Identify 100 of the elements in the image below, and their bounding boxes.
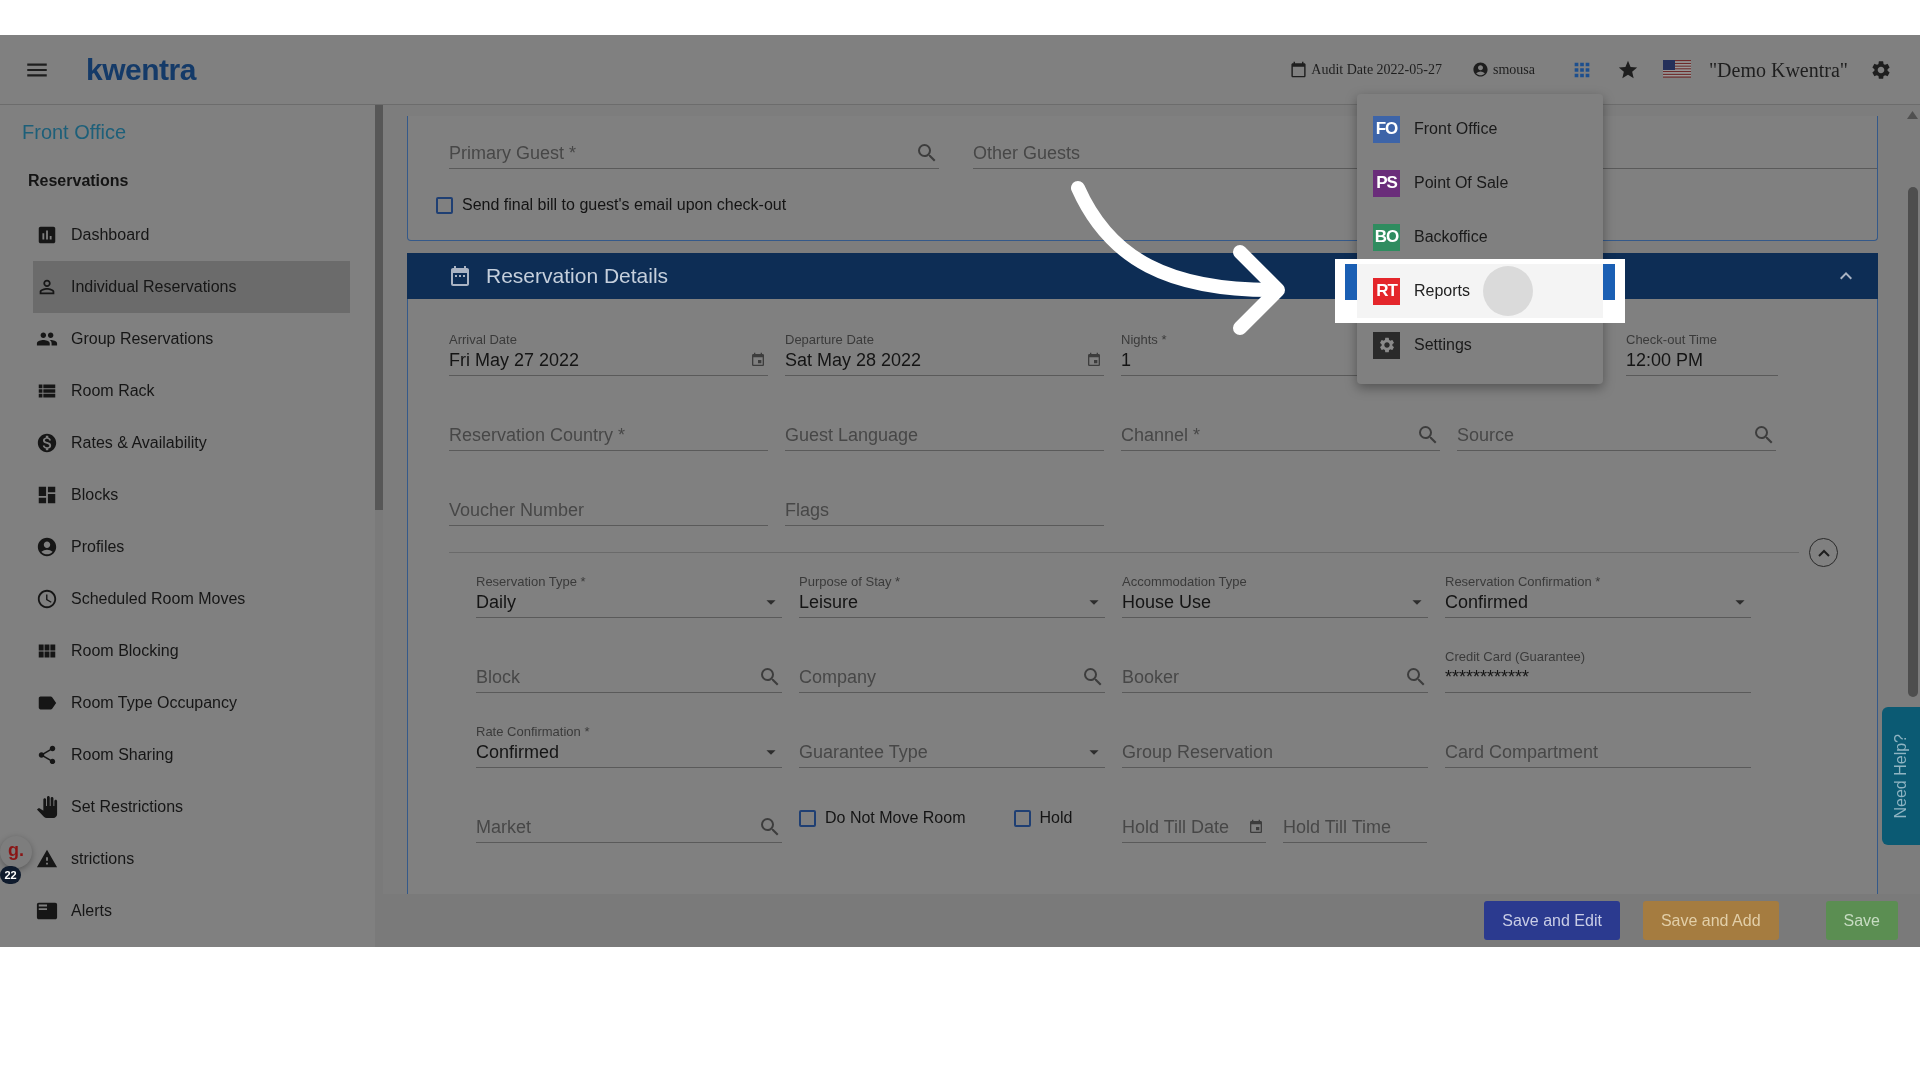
gear-icon [1373, 331, 1400, 359]
field-label: Rate Confirmation * [476, 724, 590, 739]
field-value: Leisure [799, 590, 859, 614]
action-button[interactable]: Save and Edit [1484, 901, 1620, 940]
time-field[interactable]: Check-out Time 12:00 PM [1626, 327, 1778, 376]
hotel-name[interactable]: "Demo Kwentra" [1708, 54, 1848, 85]
audit-date: Audit Date 2022-05-27 [1311, 61, 1442, 79]
sidebar-item[interactable]: strictions [33, 833, 350, 885]
text-field[interactable]: Credit Card (Guarantee) ************ [1445, 644, 1751, 693]
placeholder-text: Company [799, 665, 877, 689]
click-ripple [1483, 266, 1533, 316]
text-field[interactable]: Card Compartment [1445, 719, 1751, 768]
chevron-up-icon [1817, 548, 1830, 557]
menu-item[interactable]: FO Front Office [1357, 110, 1603, 148]
sidebar-title: Front Office [22, 120, 128, 145]
app-badge: BO [1373, 223, 1400, 251]
select-field[interactable]: Reservation Type * Daily [476, 569, 782, 618]
text-field[interactable]: Group Reservation [1122, 719, 1428, 768]
text-field[interactable]: Guest Language [785, 402, 1104, 451]
field-value: 12:00 PM [1626, 348, 1704, 372]
checkbox[interactable] [799, 809, 816, 827]
search-field[interactable]: Channel * [1121, 402, 1440, 451]
search-field[interactable]: Primary Guest * [449, 120, 939, 169]
placeholder-text: Source [1457, 423, 1515, 447]
checkbox-label: Hold [1039, 808, 1073, 828]
placeholder-text: Channel * [1121, 423, 1201, 447]
sidebar-item[interactable]: Profiles [33, 521, 350, 573]
app-badge: FO [1373, 115, 1400, 143]
flag-icon[interactable] [1662, 60, 1691, 79]
settings-icon[interactable] [1870, 58, 1892, 81]
text-field[interactable]: Flags [785, 477, 1104, 526]
help-tab[interactable]: Need Help? [1882, 707, 1920, 845]
sidebar-item[interactable]: Dashboard [33, 209, 350, 261]
select-field[interactable]: Reservation Confirmation * Confirmed [1445, 569, 1751, 618]
section-heading: Reservations [28, 171, 130, 191]
calendar-icon[interactable] [1086, 352, 1102, 368]
field-value: 1 [1121, 348, 1131, 372]
sidebar-item[interactable]: Room Rack [33, 365, 350, 417]
bar-chart-icon [36, 224, 58, 246]
date-field[interactable]: Arrival Date Fri May 27 2022 [449, 327, 768, 376]
menu-item[interactable]: RT Reports [1357, 264, 1603, 318]
sidebar-item[interactable]: Room Sharing [33, 729, 350, 781]
search-field[interactable]: Booker [1122, 644, 1428, 693]
text-field[interactable]: Voucher Number [449, 477, 768, 526]
field-value: ************ [1445, 665, 1530, 689]
placeholder-text: Other Guests [973, 141, 1081, 165]
sidebar-item[interactable]: Group Reservations [33, 313, 350, 365]
search-field[interactable]: Company [799, 644, 1105, 693]
sidebar-item[interactable]: Alerts [33, 885, 350, 937]
sidebar-item[interactable]: Rates & Availability [33, 417, 350, 469]
user-icon [1471, 61, 1489, 78]
select-field[interactable]: Purpose of Stay * Leisure [799, 569, 1105, 618]
placeholder-text: Group Reservation [1122, 740, 1274, 764]
header-band-strip [1603, 264, 1615, 300]
scroll-up-arrow-icon[interactable] [1907, 111, 1918, 119]
field-label: Check-out Time [1626, 332, 1718, 347]
checkbox[interactable] [436, 196, 453, 214]
sidebar-item[interactable]: Set Restrictions [33, 781, 350, 833]
date-field[interactable]: Departure Date Sat May 28 2022 [785, 327, 1104, 376]
scrollbar-thumb[interactable] [375, 105, 383, 510]
sidebar-item[interactable]: Scheduled Room Moves [33, 573, 350, 625]
placeholder-text: Voucher Number [449, 498, 585, 522]
field-value: House Use [1122, 590, 1212, 614]
select-field[interactable]: Accommodation Type House Use [1122, 569, 1428, 618]
field-value: Sat May 28 2022 [785, 348, 922, 372]
search-field[interactable]: Source [1457, 402, 1776, 451]
checkbox-label: Send final bill to guest's email upon check-out [462, 195, 787, 215]
app-badge: RT [1373, 277, 1400, 305]
menu-item[interactable]: PS Point Of Sale [1357, 164, 1603, 202]
field-label: Arrival Date [449, 332, 517, 347]
placeholder-text: Guest Language [785, 423, 919, 447]
sidebar-item[interactable]: Blocks [33, 469, 350, 521]
placeholder-text: Booker [1122, 665, 1180, 689]
sidebar-item[interactable]: Room Type Occupancy [33, 677, 350, 729]
search-field[interactable]: Market [476, 794, 782, 843]
sidebar-item[interactable]: Individual Reservations [33, 261, 350, 313]
calendar-icon[interactable] [750, 352, 766, 368]
text-field[interactable]: Reservation Country * [449, 402, 768, 451]
calendar-icon [1290, 61, 1308, 78]
text-field[interactable]: Hold Till Time [1283, 794, 1427, 843]
action-button[interactable]: Save [1825, 901, 1898, 940]
field-value: Confirmed [1445, 590, 1529, 614]
menu-item[interactable]: BO Backoffice [1357, 218, 1603, 256]
date-field[interactable]: Hold Till Date [1122, 794, 1266, 843]
field-label: Accommodation Type [1122, 574, 1247, 589]
select-field[interactable]: Guarantee Type [799, 719, 1105, 768]
checkbox-label: Do Not Move Room [825, 808, 966, 828]
action-button[interactable]: Save and Add [1642, 901, 1779, 940]
field-label: Credit Card (Guarantee) [1445, 649, 1586, 664]
placeholder-text: Reservation Country * [449, 423, 626, 447]
checkbox[interactable] [1013, 809, 1031, 827]
header-band-strip [1345, 264, 1357, 300]
select-field[interactable]: Rate Confirmation * Confirmed [476, 719, 782, 768]
search-field[interactable]: Block [476, 644, 782, 693]
logo[interactable]: kwentra [86, 47, 196, 92]
share-icon [36, 744, 58, 766]
sidebar-item[interactable]: Room Blocking [33, 625, 350, 677]
username[interactable]: smousa [1492, 59, 1535, 80]
scrollbar-thumb[interactable] [1907, 187, 1918, 697]
calendar-icon[interactable] [1248, 819, 1264, 835]
